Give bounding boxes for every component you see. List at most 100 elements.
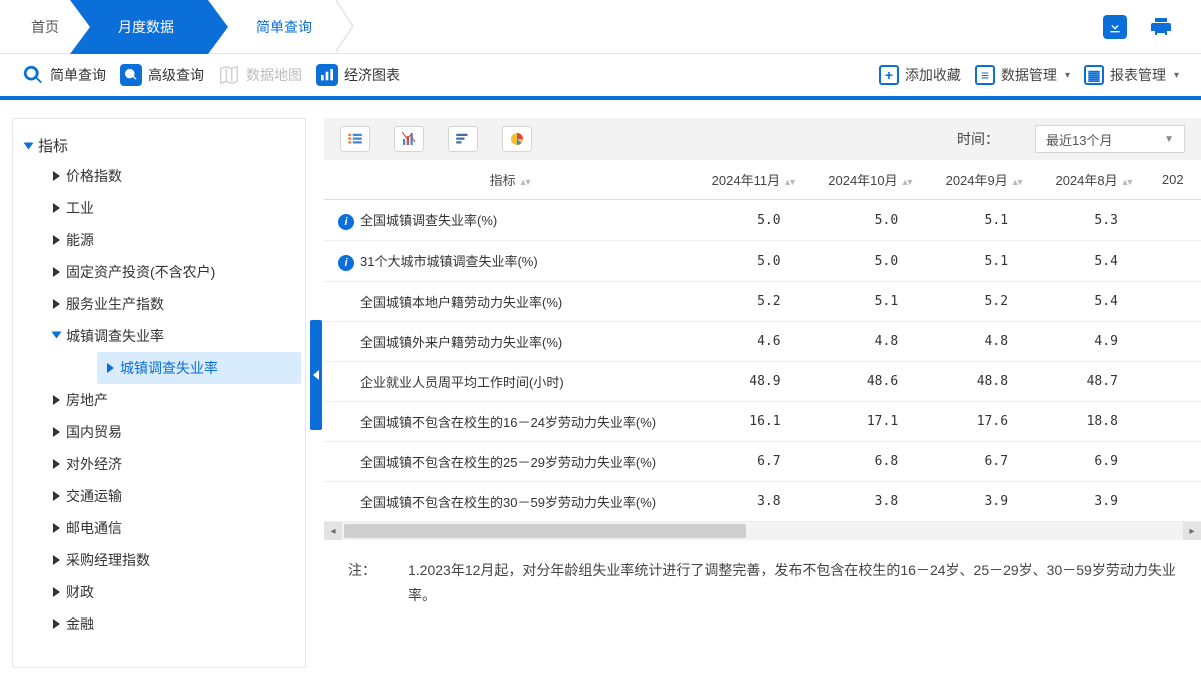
footnote-label: 注： <box>348 558 408 608</box>
value-cell: 5.1 <box>811 282 929 322</box>
sidebar-item-label: 房地产 <box>66 390 108 410</box>
sidebar-item[interactable]: 能源 <box>47 224 301 256</box>
sidebar-item-label: 对外经济 <box>66 454 122 474</box>
sidebar-item-label: 采购经理指数 <box>66 550 150 570</box>
panel-collapse-handle[interactable] <box>310 320 322 430</box>
chevron-down-icon: ▾ <box>1065 70 1070 81</box>
breadcrumb-active[interactable]: 月度数据 <box>90 0 208 54</box>
sidebar-item[interactable]: 固定资产投资(不含农户) <box>47 256 301 288</box>
col-header[interactable]: 2024年10月▲▼ <box>811 160 929 200</box>
row-name-cell: 全国城镇外来户籍劳动力失业率(%) <box>324 322 694 362</box>
breadcrumb-second-label: 简单查询 <box>256 19 312 35</box>
table-view-button[interactable] <box>340 126 370 152</box>
col-header-name[interactable]: 指标▲▼ <box>324 160 694 200</box>
row-name-cell: 全国城镇不包含在校生的16－24岁劳动力失业率(%) <box>324 402 694 442</box>
row-name-cell: 企业就业人员周平均工作时间(小时) <box>324 362 694 402</box>
col-header[interactable]: 2024年11月▲▼ <box>694 160 811 200</box>
sidebar-item[interactable]: 价格指数 <box>47 160 301 192</box>
chevron-right-icon <box>53 459 60 469</box>
value-cell: 5.4 <box>1038 241 1148 282</box>
chevron-down-icon <box>52 332 62 339</box>
simple-query-label: 简单查询 <box>50 65 106 85</box>
scroll-left-button[interactable]: ◂ <box>324 522 342 540</box>
value-cell: 16.1 <box>694 402 811 442</box>
value-cell: 6.8 <box>811 442 929 482</box>
chevron-right-icon <box>53 171 60 181</box>
chevron-right-icon <box>336 0 354 53</box>
sidebar-item[interactable]: 邮电通信 <box>47 512 301 544</box>
value-cell: 5.0 <box>694 241 811 282</box>
value-cell: 5.1 <box>928 241 1038 282</box>
row-name-cell: 全国城镇本地户籍劳动力失业率(%) <box>324 282 694 322</box>
time-label: 时间： <box>957 129 999 149</box>
value-cell <box>1148 482 1201 522</box>
info-icon[interactable]: i <box>338 214 354 230</box>
sidebar-subitem[interactable]: 城镇调查失业率 <box>97 352 301 384</box>
sidebar-subitem-label: 城镇调查失业率 <box>120 358 218 378</box>
add-favorite-button[interactable]: + 添加收藏 <box>879 65 961 85</box>
value-cell: 5.0 <box>811 241 929 282</box>
time-range-value: 最近13个月 <box>1046 130 1112 149</box>
tree-root[interactable]: 指标 <box>17 131 301 160</box>
chevron-right-icon <box>53 267 60 277</box>
row-name-cell: i31个大城市城镇调查失业率(%) <box>324 241 694 282</box>
report-management-label: 报表管理 <box>1110 65 1166 85</box>
pie-chart-button[interactable] <box>502 126 532 152</box>
sidebar-item[interactable]: 交通运输 <box>47 480 301 512</box>
value-cell: 18.8 <box>1038 402 1148 442</box>
value-cell: 3.8 <box>694 482 811 522</box>
sidebar-item-label: 价格指数 <box>66 166 122 186</box>
download-icon[interactable] <box>1103 15 1127 39</box>
row-name-cell: 全国城镇不包含在校生的25－29岁劳动力失业率(%) <box>324 442 694 482</box>
plus-icon: + <box>879 65 899 85</box>
table-row: 全国城镇外来户籍劳动力失业率(%)4.64.84.84.9 <box>324 322 1201 362</box>
data-map-button[interactable]: 数据地图 <box>218 64 302 86</box>
col-header-partial[interactable]: 202 <box>1148 160 1201 200</box>
report-management-button[interactable]: ▦ 报表管理 ▾ <box>1084 65 1179 85</box>
col-header[interactable]: 2024年8月▲▼ <box>1038 160 1148 200</box>
simple-query-button[interactable]: 简单查询 <box>22 64 106 86</box>
tree-root-label: 指标 <box>38 135 68 156</box>
data-management-button[interactable]: ≡ 数据管理 ▾ <box>975 65 1070 85</box>
scroll-right-button[interactable]: ▸ <box>1183 522 1201 540</box>
col-header[interactable]: 2024年9月▲▼ <box>928 160 1038 200</box>
value-cell: 17.6 <box>928 402 1038 442</box>
sidebar-item[interactable]: 城镇调查失业率 <box>47 320 301 352</box>
chevron-down-icon: ▼ <box>1164 134 1174 145</box>
advanced-query-button[interactable]: 高级查询 <box>120 64 204 86</box>
sidebar-item[interactable]: 对外经济 <box>47 448 301 480</box>
time-range-select[interactable]: 最近13个月 ▼ <box>1035 125 1185 153</box>
sidebar-item[interactable]: 金融 <box>47 608 301 640</box>
econ-chart-button[interactable]: 经济图表 <box>316 64 400 86</box>
sidebar-item[interactable]: 财政 <box>47 576 301 608</box>
value-cell: 3.9 <box>1038 482 1148 522</box>
print-icon[interactable] <box>1149 15 1173 39</box>
value-cell <box>1148 322 1201 362</box>
footnote-text: 1.2023年12月起，对分年龄组失业率统计进行了调整完善，发布不包含在校生的1… <box>408 558 1177 608</box>
breadcrumb-second[interactable]: 简单查询 <box>256 17 336 37</box>
sidebar-item[interactable]: 服务业生产指数 <box>47 288 301 320</box>
value-cell: 48.7 <box>1038 362 1148 402</box>
sidebar-item[interactable]: 工业 <box>47 192 301 224</box>
horizontal-scrollbar[interactable]: ◂ ▸ <box>324 522 1201 540</box>
value-cell: 5.3 <box>1038 200 1148 241</box>
value-cell: 6.7 <box>928 442 1038 482</box>
chevron-right-icon <box>53 395 60 405</box>
value-cell: 4.9 <box>1038 322 1148 362</box>
sidebar-item[interactable]: 国内贸易 <box>47 416 301 448</box>
sidebar-item[interactable]: 房地产 <box>47 384 301 416</box>
sidebar-item[interactable]: 采购经理指数 <box>47 544 301 576</box>
sidebar-item-label: 服务业生产指数 <box>66 294 164 314</box>
scroll-thumb[interactable] <box>344 524 746 538</box>
value-cell <box>1148 402 1201 442</box>
hbar-chart-button[interactable] <box>448 126 478 152</box>
value-cell: 4.8 <box>811 322 929 362</box>
sidebar-item-label: 能源 <box>66 230 94 250</box>
scroll-track[interactable] <box>344 524 1181 538</box>
chevron-right-icon <box>53 427 60 437</box>
value-cell: 5.0 <box>694 200 811 241</box>
data-management-label: 数据管理 <box>1001 65 1057 85</box>
bar-chart-button[interactable] <box>394 126 424 152</box>
info-icon[interactable]: i <box>338 255 354 271</box>
value-cell: 3.8 <box>811 482 929 522</box>
